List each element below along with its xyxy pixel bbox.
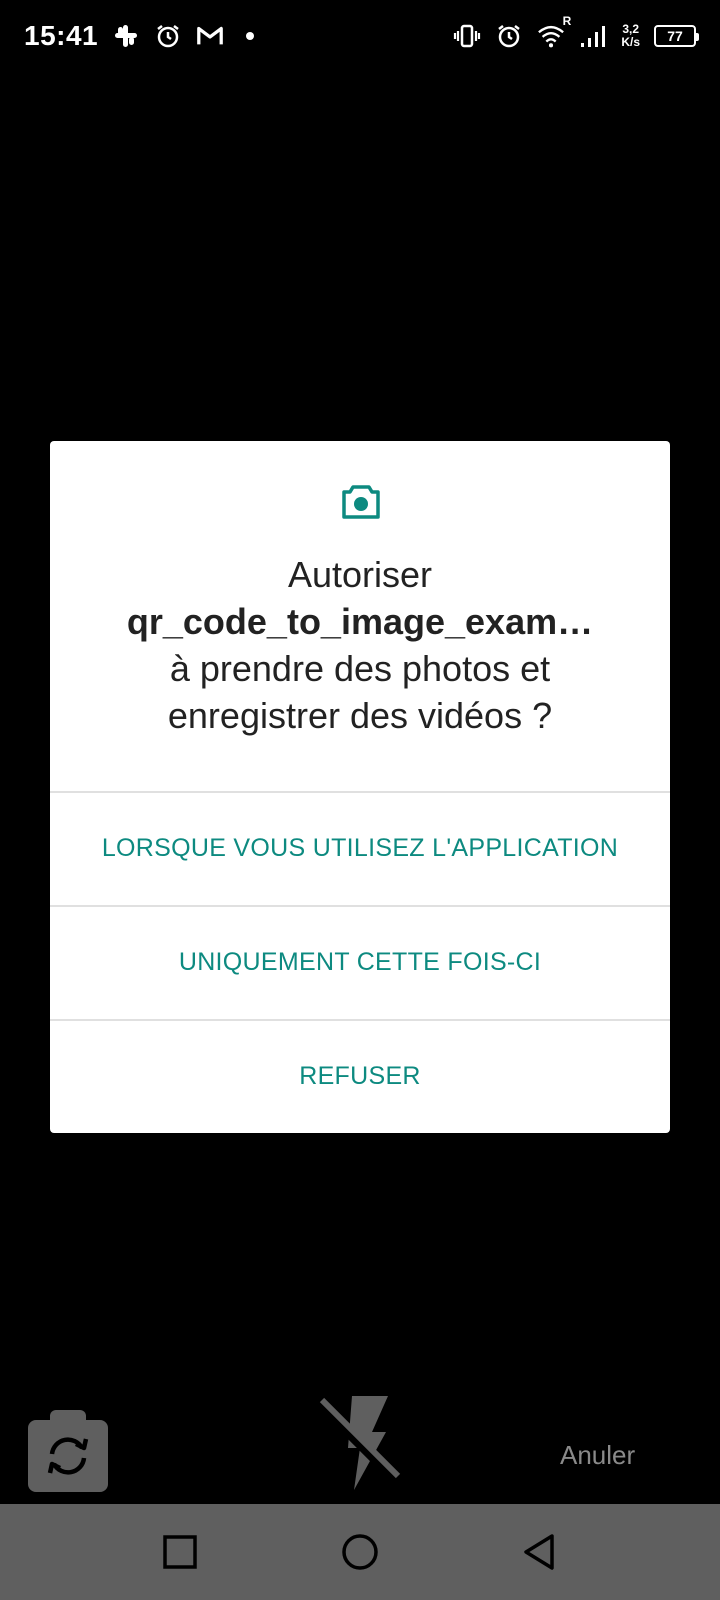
gmail-icon xyxy=(196,22,224,50)
allow-once-button[interactable]: UNIQUEMENT CETTE FOIS-CI xyxy=(50,905,670,1017)
dialog-title-line1: Autoriser xyxy=(287,554,433,595)
switch-camera-icon xyxy=(47,1437,89,1475)
battery-level: 77 xyxy=(667,28,683,44)
dialog-app-name: qr_code_to_image_exam… xyxy=(126,601,594,642)
dialog-title-rest: à prendre des photos et enregistrer des … xyxy=(167,648,553,736)
allow-while-using-button[interactable]: LORSQUE VOUS UTILISEZ L'APPLICATION xyxy=(50,791,670,903)
status-bar-left: 15:41 xyxy=(24,20,255,52)
switch-camera-button[interactable] xyxy=(28,1410,108,1492)
status-bar: 15:41 R 3,2 K/s 77 xyxy=(0,0,720,72)
permission-dialog: Autoriser qr_code_to_image_exam… à prend… xyxy=(50,441,670,1133)
dialog-title: Autoriser qr_code_to_image_exam… à prend… xyxy=(80,551,640,739)
home-icon[interactable] xyxy=(340,1532,380,1572)
signal-icon xyxy=(579,22,607,50)
notification-dot xyxy=(246,32,255,40)
slack-icon xyxy=(112,22,140,50)
alarm-icon xyxy=(495,22,523,50)
alarm-icon xyxy=(154,22,182,50)
cancel-button[interactable]: Anuler xyxy=(560,1440,635,1471)
battery-icon: 77 xyxy=(654,25,699,47)
camera-icon xyxy=(340,481,382,523)
back-icon[interactable] xyxy=(520,1532,560,1572)
wifi-icon: R xyxy=(537,14,571,50)
flash-toggle-button[interactable] xyxy=(316,1394,402,1494)
network-speed-unit: K/s xyxy=(621,35,640,49)
vibrate-icon xyxy=(453,22,481,50)
recents-icon[interactable] xyxy=(160,1532,200,1572)
roaming-indicator: R xyxy=(562,14,572,28)
network-speed-value: 3,2 xyxy=(622,22,639,36)
status-bar-right: R 3,2 K/s 77 xyxy=(453,14,699,50)
flash-off-icon xyxy=(316,1396,401,1490)
deny-button[interactable]: REFUSER xyxy=(50,1019,670,1131)
network-speed: 3,2 K/s xyxy=(621,23,640,49)
navigation-bar xyxy=(0,1504,720,1600)
status-time: 15:41 xyxy=(24,20,99,51)
